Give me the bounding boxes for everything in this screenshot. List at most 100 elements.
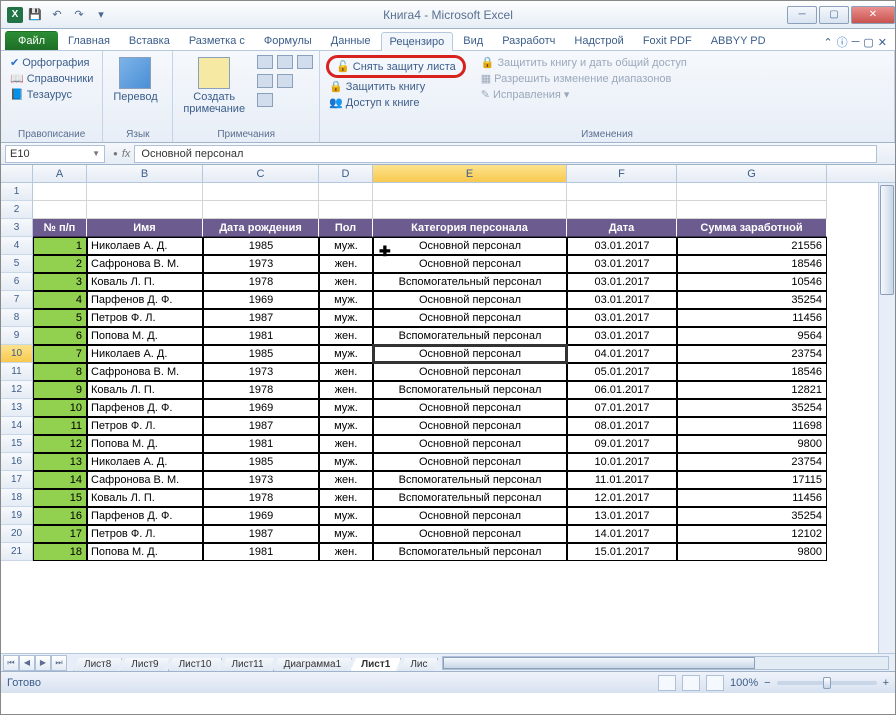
zoom-in-button[interactable]: + xyxy=(883,677,889,689)
cell[interactable]: 09.01.2017 xyxy=(567,435,677,453)
cell[interactable]: Основной персонал xyxy=(373,417,567,435)
cell[interactable]: муж. xyxy=(319,237,373,255)
cell[interactable]: 9800 xyxy=(677,543,827,561)
cell[interactable] xyxy=(87,183,203,201)
cell[interactable] xyxy=(373,183,567,201)
cell[interactable]: 21556 xyxy=(677,237,827,255)
cell[interactable]: 08.01.2017 xyxy=(567,417,677,435)
cell[interactable]: 1973 xyxy=(203,363,319,381)
show-all-comments-icon[interactable] xyxy=(277,74,293,88)
fx-icon[interactable]: fx xyxy=(122,148,131,160)
tab-вставка[interactable]: Вставка xyxy=(120,31,179,50)
tab-abbyy pd[interactable]: ABBYY PD xyxy=(702,31,775,50)
ribbon-minimize-icon[interactable]: ⌃ xyxy=(823,36,832,49)
table-header[interactable]: Категория персонала xyxy=(373,219,567,237)
col-header-A[interactable]: A xyxy=(33,165,87,182)
cell[interactable]: 03.01.2017 xyxy=(567,255,677,273)
cell[interactable]: 13.01.2017 xyxy=(567,507,677,525)
cell[interactable]: Основной персонал xyxy=(373,507,567,525)
cell[interactable]: Вспомогательный персонал xyxy=(373,381,567,399)
cell[interactable]: 12102 xyxy=(677,525,827,543)
cell[interactable]: 10.01.2017 xyxy=(567,453,677,471)
cell[interactable]: жен. xyxy=(319,471,373,489)
row-header[interactable]: 7 xyxy=(1,291,33,309)
cell[interactable]: 03.01.2017 xyxy=(567,291,677,309)
cell[interactable]: 9 xyxy=(33,381,87,399)
cell[interactable]: Попова М. Д. xyxy=(87,435,203,453)
formula-input[interactable]: Основной персонал xyxy=(134,145,877,163)
col-header-F[interactable]: F xyxy=(567,165,677,182)
cell[interactable]: 1981 xyxy=(203,435,319,453)
row-header[interactable]: 20 xyxy=(1,525,33,543)
cell[interactable]: 11698 xyxy=(677,417,827,435)
cell[interactable]: 3 xyxy=(33,273,87,291)
row-header[interactable]: 21 xyxy=(1,543,33,561)
minimize-button[interactable]: ─ xyxy=(787,6,817,24)
qat-customize-icon[interactable]: ▾ xyxy=(91,5,111,25)
cell[interactable]: жен. xyxy=(319,381,373,399)
cell[interactable]: жен. xyxy=(319,273,373,291)
cell[interactable]: Коваль Л. П. xyxy=(87,273,203,291)
vscroll-thumb[interactable] xyxy=(880,185,894,295)
cell[interactable] xyxy=(567,183,677,201)
close-button[interactable]: ✕ xyxy=(851,6,895,24)
show-comment-icon[interactable] xyxy=(257,74,273,88)
cell[interactable]: жен. xyxy=(319,435,373,453)
cell[interactable]: 1981 xyxy=(203,327,319,345)
cell[interactable]: Основной персонал xyxy=(373,453,567,471)
allow-ranges-button[interactable]: ▦Разрешить изменение диапазонов xyxy=(478,71,690,86)
cell[interactable]: 06.01.2017 xyxy=(567,381,677,399)
cell[interactable]: 10 xyxy=(33,399,87,417)
sheet-nav-next[interactable]: ▶ xyxy=(35,655,51,671)
col-header-C[interactable]: C xyxy=(203,165,319,182)
cell[interactable]: 03.01.2017 xyxy=(567,273,677,291)
cell[interactable]: 1978 xyxy=(203,273,319,291)
cell[interactable] xyxy=(87,201,203,219)
cell[interactable]: 18 xyxy=(33,543,87,561)
tab-надстрой[interactable]: Надстрой xyxy=(565,31,632,50)
row-header[interactable]: 1 xyxy=(1,183,33,201)
cell[interactable]: муж. xyxy=(319,453,373,471)
cell[interactable]: 4 xyxy=(33,291,87,309)
cell[interactable]: 1978 xyxy=(203,489,319,507)
row-header[interactable]: 2 xyxy=(1,201,33,219)
sheet-tab[interactable]: Лист8 xyxy=(73,658,122,672)
cell[interactable]: 03.01.2017 xyxy=(567,309,677,327)
sheet-tab[interactable]: Лист1 xyxy=(350,658,401,672)
protect-workbook-button[interactable]: 🔒Защитить книгу xyxy=(326,79,466,94)
cell[interactable]: Сафронова В. М. xyxy=(87,363,203,381)
unprotect-sheet-button[interactable]: 🔓Снять защиту листа xyxy=(333,59,459,74)
row-header[interactable]: 17 xyxy=(1,471,33,489)
view-normal-button[interactable] xyxy=(658,675,676,691)
tab-вид[interactable]: Вид xyxy=(454,31,492,50)
spelling-button[interactable]: ✔Орфография xyxy=(7,55,96,70)
row-header[interactable]: 19 xyxy=(1,507,33,525)
cell[interactable]: 1978 xyxy=(203,381,319,399)
show-ink-icon[interactable] xyxy=(257,93,273,107)
cell[interactable]: 11 xyxy=(33,417,87,435)
cell[interactable]: Коваль Л. П. xyxy=(87,381,203,399)
table-header[interactable]: № п/п xyxy=(33,219,87,237)
cell[interactable]: 35254 xyxy=(677,399,827,417)
cell[interactable]: 23754 xyxy=(677,453,827,471)
cell[interactable]: 6 xyxy=(33,327,87,345)
cell[interactable]: Основной персонал xyxy=(373,291,567,309)
cell[interactable] xyxy=(33,201,87,219)
tab-file[interactable]: Файл xyxy=(5,31,58,50)
cell[interactable]: жен. xyxy=(319,543,373,561)
cell[interactable]: 04.01.2017 xyxy=(567,345,677,363)
cell[interactable]: жен. xyxy=(319,327,373,345)
cell[interactable]: 5 xyxy=(33,309,87,327)
cell[interactable]: Петров Ф. Л. xyxy=(87,525,203,543)
qat-redo-icon[interactable]: ↷ xyxy=(69,5,89,25)
cell[interactable]: Основной персонал xyxy=(373,363,567,381)
cell[interactable]: 1987 xyxy=(203,309,319,327)
row-header[interactable]: 14 xyxy=(1,417,33,435)
maximize-button[interactable]: ▢ xyxy=(819,6,849,24)
col-header-E[interactable]: E xyxy=(373,165,567,182)
cell[interactable]: Николаев А. Д. xyxy=(87,237,203,255)
col-header-D[interactable]: D xyxy=(319,165,373,182)
share-workbook-button[interactable]: 👥Доступ к книге xyxy=(326,95,466,110)
cell[interactable]: 17115 xyxy=(677,471,827,489)
delete-comment-icon[interactable] xyxy=(257,55,273,69)
